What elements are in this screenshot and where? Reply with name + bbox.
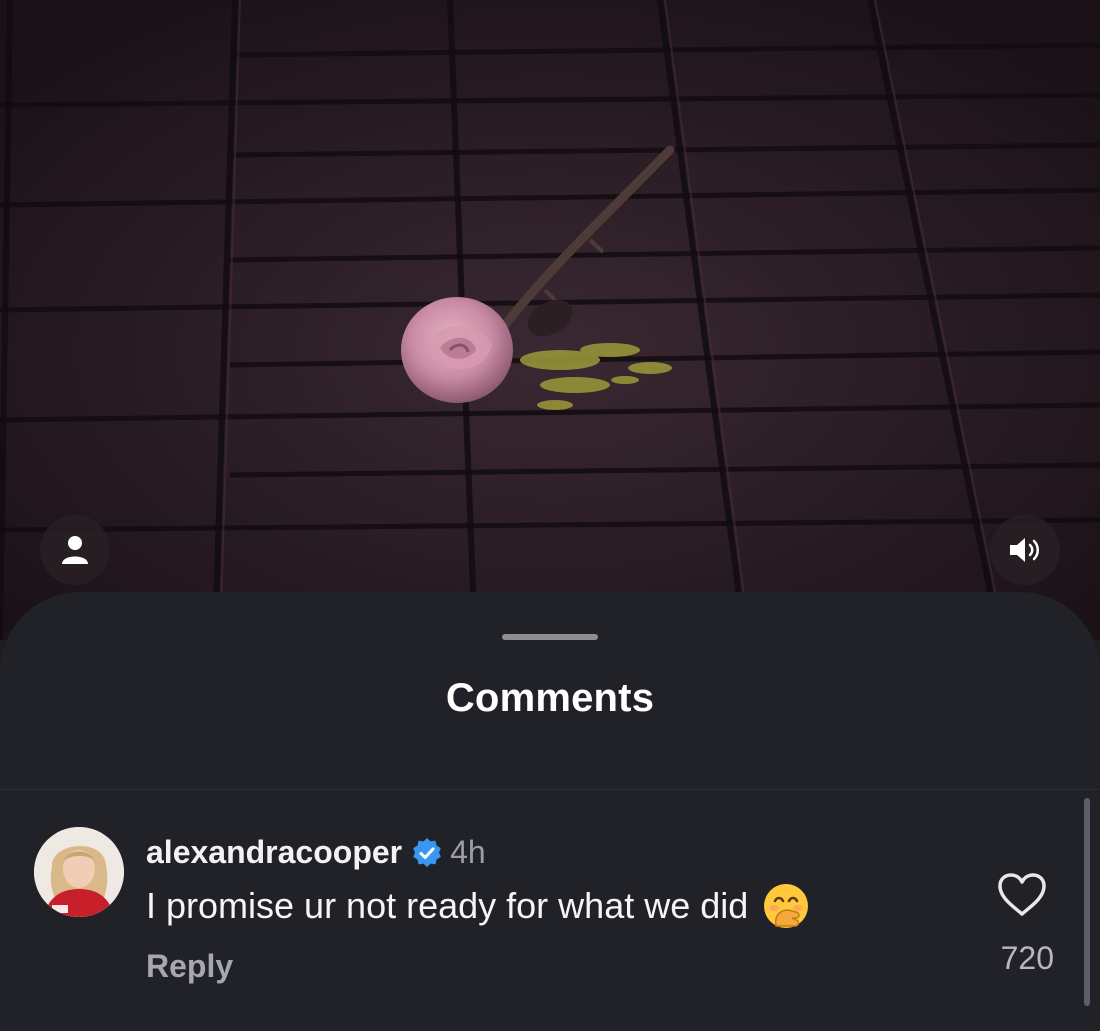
avatar-image [34, 827, 124, 917]
like-count: 720 [1000, 940, 1054, 976]
scrollbar[interactable] [1084, 798, 1090, 1006]
heart-icon [998, 873, 1046, 916]
avatar[interactable] [34, 827, 124, 917]
comment-item: alexandracooper 4h I promise ur not read… [0, 790, 1100, 1031]
sheet-grabber[interactable] [502, 634, 598, 640]
speaker-icon [1010, 538, 1039, 562]
reply-button[interactable]: Reply [146, 948, 233, 985]
username-link[interactable]: alexandracooper [146, 834, 402, 871]
comment-timestamp: 4h [450, 834, 486, 870]
comment-body: I promise ur not ready for what we did [146, 882, 810, 930]
verified-badge-icon [412, 837, 442, 868]
user-tags-button[interactable] [40, 515, 110, 585]
comment-text: I promise ur not ready for what we did [146, 885, 749, 926]
person-icon [62, 536, 88, 564]
sheet-title: Comments [445, 676, 655, 720]
face-with-hand-over-mouth-emoji-icon [762, 882, 810, 930]
video-frame [0, 0, 1100, 640]
comments-sheet: Comments alexandracooper 4h I promise ur… [0, 592, 1100, 1031]
comment-header: alexandracooper 4h [146, 834, 486, 871]
mute-toggle-button[interactable] [990, 515, 1060, 585]
like-button[interactable] [996, 872, 1048, 918]
video-player[interactable] [0, 0, 1100, 640]
